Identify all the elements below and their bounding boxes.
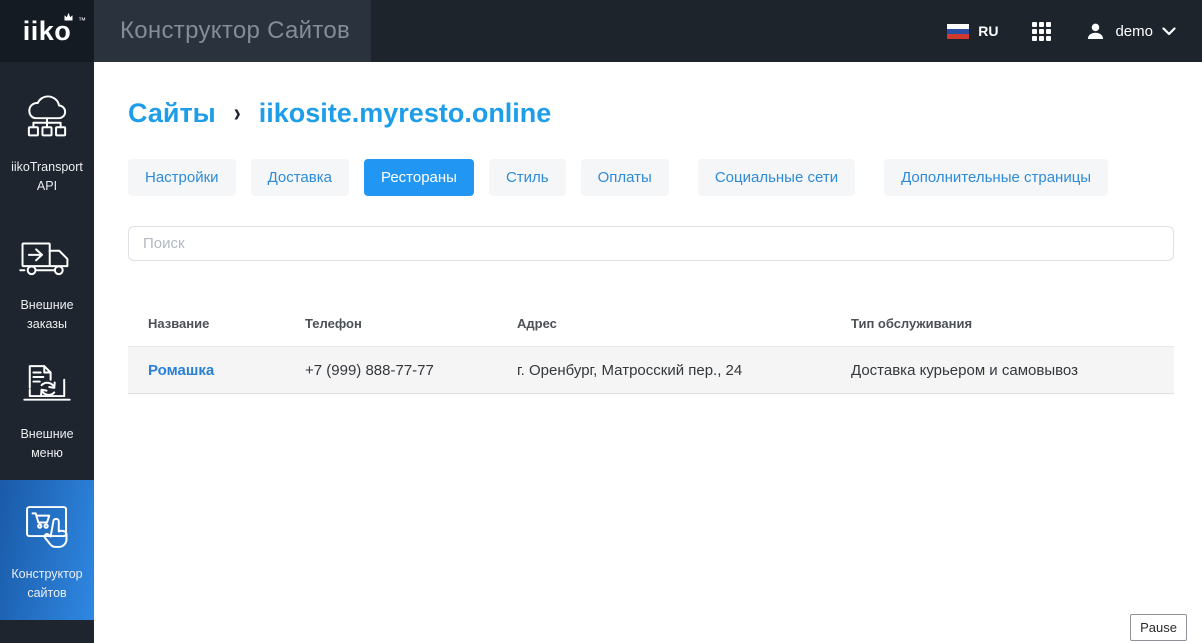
flag-ru-icon: [947, 24, 969, 39]
tab-additional-pages[interactable]: Дополнительные страницы: [884, 159, 1108, 196]
iiko-logo[interactable]: iiko ™: [0, 0, 94, 62]
breadcrumb: Сайты › iikosite.myresto.online: [128, 98, 1174, 129]
column-header-service-type: Тип обслуживания: [831, 316, 1174, 331]
chevron-down-icon: [1162, 27, 1176, 36]
tab-bar: Настройки Доставка Рестораны Стиль Оплат…: [128, 159, 1174, 196]
user-icon: [1085, 21, 1106, 42]
username: demo: [1115, 23, 1153, 40]
trademark-symbol: ™: [78, 16, 86, 25]
site-builder-icon: [18, 498, 76, 556]
sidebar-item-site-builder[interactable]: Конструктор сайтов: [0, 480, 94, 620]
column-header-phone: Телефон: [285, 316, 497, 331]
restaurants-table: Название Телефон Адрес Тип обслуживания …: [128, 301, 1174, 394]
breadcrumb-sites-link[interactable]: Сайты: [128, 98, 216, 129]
tab-payments[interactable]: Оплаты: [581, 159, 669, 196]
user-menu[interactable]: demo: [1085, 21, 1176, 42]
search-bar: [128, 226, 1174, 261]
search-input[interactable]: [128, 226, 1174, 261]
restaurant-phone: +7 (999) 888-77-77: [285, 362, 497, 379]
tab-restaurants[interactable]: Рестораны: [364, 159, 474, 196]
sidebar-item-external-menus[interactable]: Внешние меню: [0, 350, 94, 470]
sidebar-item-label: Конструктор сайтов: [5, 565, 89, 601]
topbar-controls: RU demo: [947, 0, 1202, 62]
sidebar-item-iikotransport-api[interactable]: iikoTransport API: [0, 74, 94, 212]
pause-button[interactable]: Pause: [1130, 614, 1187, 641]
tab-delivery[interactable]: Доставка: [251, 159, 349, 196]
column-header-address: Адрес: [497, 316, 831, 331]
tab-social-networks[interactable]: Социальные сети: [698, 159, 855, 196]
sidebar: iikoTransport API Внешние заказы: [0, 62, 94, 643]
tab-settings[interactable]: Настройки: [128, 159, 236, 196]
app-title: Конструктор Сайтов: [120, 17, 350, 45]
language-label: RU: [978, 23, 998, 39]
sidebar-item-label: Внешние меню: [5, 425, 89, 461]
breadcrumb-current-site: iikosite.myresto.online: [259, 98, 552, 129]
delivery-truck-icon: [18, 229, 76, 287]
sidebar-item-external-orders[interactable]: Внешние заказы: [0, 212, 94, 350]
table-row[interactable]: Ромашка +7 (999) 888-77-77 г. Оренбург, …: [128, 346, 1174, 394]
app-window: iiko ™ Конструктор Сайтов RU: [0, 0, 1202, 643]
tab-style[interactable]: Стиль: [489, 159, 566, 196]
apps-grid-button[interactable]: [1032, 22, 1051, 41]
app-title-panel: Конструктор Сайтов: [94, 0, 371, 62]
restaurant-address: г. Оренбург, Матросский пер., 24: [497, 362, 831, 379]
column-header-name: Название: [128, 316, 285, 331]
table-header-row: Название Телефон Адрес Тип обслуживания: [128, 301, 1174, 346]
crown-icon: [63, 12, 74, 21]
restaurant-service-type: Доставка курьером и самовывоз: [831, 362, 1174, 379]
sidebar-item-label: Внешние заказы: [5, 296, 89, 332]
restaurant-name-link[interactable]: Ромашка: [128, 362, 285, 379]
sidebar-item-label: iikoTransport API: [5, 158, 89, 194]
apps-grid-icon: [1032, 22, 1051, 41]
cloud-network-icon: [18, 91, 76, 149]
language-switcher[interactable]: RU: [947, 23, 998, 39]
menu-sync-icon: [18, 358, 76, 416]
main-content: Сайты › iikosite.myresto.online Настройк…: [94, 62, 1202, 643]
breadcrumb-separator-icon: ›: [234, 99, 241, 129]
topbar: iiko ™ Конструктор Сайтов RU: [0, 0, 1202, 62]
